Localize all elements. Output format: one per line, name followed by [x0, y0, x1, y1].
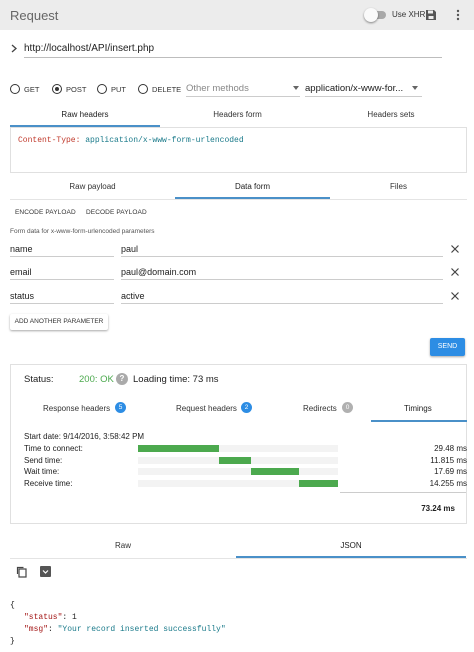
param-underline — [121, 303, 443, 304]
param-underline — [121, 279, 443, 280]
param-value-field[interactable]: paul@domain.com — [121, 267, 196, 277]
form-caption: Form data for x-www-form-urlencoded para… — [10, 228, 155, 235]
json-number: : 1 — [62, 613, 77, 622]
timing-label: Time to connect: — [24, 444, 83, 453]
param-name-field[interactable]: email — [10, 267, 32, 277]
radio-post[interactable] — [52, 84, 62, 94]
status-value: 200: OK — [79, 374, 114, 385]
radio-get[interactable] — [10, 84, 20, 94]
header-value: application/x-www-form-urlencoded — [80, 136, 244, 145]
timing-label: Wait time: — [24, 467, 60, 476]
start-date: Start date: 9/14/2016, 3:58:42 PM — [24, 432, 145, 441]
page-title: Request — [10, 8, 59, 23]
other-methods-caret-icon[interactable] — [293, 86, 299, 90]
tab-headers-sets[interactable]: Headers sets — [315, 110, 467, 119]
timing-value: 17.69 ms — [434, 467, 467, 476]
timing-bar — [250, 468, 300, 475]
divider — [10, 199, 467, 200]
timing-bar — [138, 445, 219, 452]
redirects-badge: 0 — [342, 402, 353, 413]
raw-headers-text: Content-Type: application/x-www-form-url… — [18, 136, 244, 145]
param-name-field[interactable]: name — [10, 244, 33, 254]
timing-bar — [218, 456, 251, 464]
chevron-right-icon[interactable] — [10, 44, 18, 53]
content-type-select[interactable]: application/x-www-for... — [305, 83, 403, 94]
tab-data-form[interactable]: Data form — [175, 182, 330, 191]
tab-raw[interactable]: Raw — [10, 541, 236, 550]
json-separator: : — [48, 625, 58, 634]
tab-request-headers[interactable]: Request headers — [176, 404, 237, 413]
tab-files[interactable]: Files — [330, 182, 467, 191]
json-key: "status" — [24, 613, 63, 622]
url-underline — [24, 57, 442, 58]
timing-total: 73.24 ms — [421, 504, 455, 513]
other-methods-underline — [186, 96, 300, 97]
status-label: Status: — [24, 374, 54, 385]
raw-headers-editor[interactable] — [10, 127, 467, 173]
collapse-icon[interactable] — [40, 566, 51, 577]
response-tab-indicator — [371, 420, 467, 422]
total-divider — [340, 492, 466, 493]
response-headers-badge: 5 — [115, 402, 126, 413]
json-key: "msg" — [24, 625, 49, 634]
method-delete-label: DELETE — [152, 85, 182, 94]
xhr-toggle[interactable] — [364, 8, 378, 22]
param-underline — [10, 256, 114, 257]
more-vert-icon[interactable] — [456, 9, 460, 21]
timing-value: 11.815 ms — [430, 455, 467, 465]
xhr-label: Use XHR — [392, 10, 426, 19]
remove-param-icon[interactable] — [451, 245, 459, 253]
tab-raw-headers[interactable]: Raw headers — [10, 110, 160, 119]
json-viewer: { "status": 1 "msg": "Your record insert… — [10, 600, 226, 648]
decode-payload-button[interactable]: DECODE PAYLOAD — [86, 209, 147, 216]
remove-param-icon[interactable] — [451, 268, 459, 276]
timing-bar — [299, 479, 338, 487]
content-type-underline — [305, 96, 422, 97]
url-input[interactable]: http://localhost/API/insert.php — [24, 43, 154, 54]
request-headers-badge: 2 — [241, 402, 252, 413]
other-methods-input[interactable]: Other methods — [186, 83, 249, 94]
tab-headers-form[interactable]: Headers form — [160, 110, 315, 119]
param-underline — [10, 279, 114, 280]
json-close-brace: } — [10, 637, 15, 646]
timing-label: Send time: — [24, 455, 63, 465]
encode-payload-button[interactable]: ENCODE PAYLOAD — [15, 209, 76, 216]
copy-icon[interactable] — [16, 566, 28, 578]
json-open-brace: { — [10, 601, 15, 610]
timing-value: 14.255 ms — [429, 478, 467, 488]
radio-delete[interactable] — [138, 84, 148, 94]
json-line: "msg": "Your record inserted successfull… — [10, 624, 226, 636]
content-type-caret-icon[interactable] — [412, 86, 418, 90]
add-parameter-button[interactable]: ADD ANOTHER PARAMETER — [10, 314, 108, 330]
remove-param-icon[interactable] — [451, 292, 459, 300]
radio-put[interactable] — [97, 84, 107, 94]
timing-value: 29.48 ms — [434, 444, 467, 453]
param-value-field[interactable]: active — [121, 291, 145, 301]
tab-response-headers[interactable]: Response headers — [43, 404, 110, 413]
save-icon[interactable] — [425, 9, 437, 21]
param-underline — [10, 303, 114, 304]
tab-timings[interactable]: Timings — [404, 404, 432, 413]
tab-redirects[interactable]: Redirects — [303, 404, 337, 413]
param-underline — [121, 256, 443, 257]
tab-raw-payload[interactable]: Raw payload — [10, 182, 175, 191]
json-string: "Your record inserted successfully" — [57, 625, 226, 634]
param-name-field[interactable]: status — [10, 291, 34, 301]
timing-bar-track — [138, 468, 338, 475]
timing-label: Receive time: — [24, 478, 73, 488]
method-post-label: POST — [66, 85, 87, 94]
param-value-field[interactable]: paul — [121, 244, 138, 254]
json-line: "status": 1 — [10, 612, 226, 624]
tab-json[interactable]: JSON — [236, 541, 466, 550]
help-icon[interactable]: ? — [116, 373, 128, 385]
divider — [10, 558, 467, 559]
send-button[interactable]: SEND — [430, 338, 465, 356]
method-get-label: GET — [24, 85, 40, 94]
loading-time: Loading time: 73 ms — [133, 374, 219, 385]
header-key: Content-Type: — [18, 136, 81, 145]
method-put-label: PUT — [111, 85, 126, 94]
